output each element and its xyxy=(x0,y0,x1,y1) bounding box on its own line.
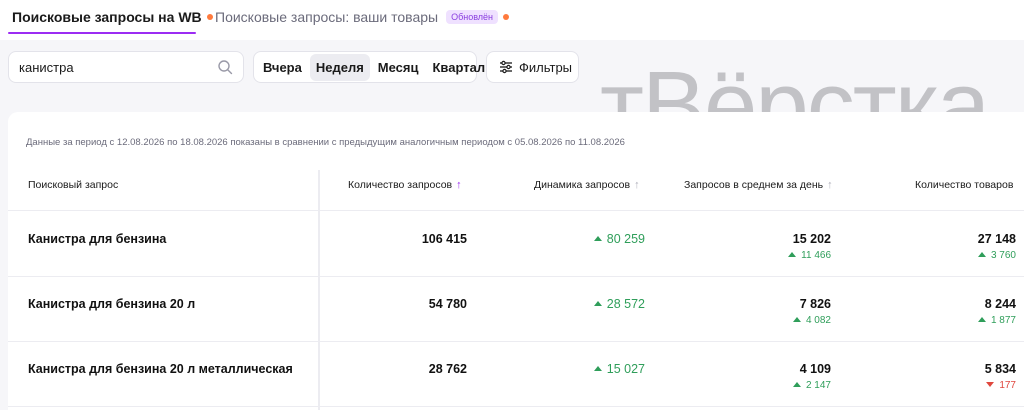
dynamics-value: 15 027 xyxy=(606,362,645,376)
row-divider xyxy=(8,406,1024,407)
trend-up-icon xyxy=(593,301,602,307)
daily-average: 4 109 xyxy=(799,362,831,376)
product-count-delta: 177 xyxy=(986,380,1016,391)
updated-badge: Обновлён xyxy=(446,10,499,24)
column-label: Количество запросов xyxy=(348,179,453,191)
period-week-button[interactable]: Неделя xyxy=(309,53,370,81)
column-header-product-count: Количество товаров xyxy=(915,179,1013,191)
request-count: 28 762 xyxy=(428,362,467,376)
table-row[interactable]: Канистра для бензина 106 415 80 259 15 2… xyxy=(8,212,1024,276)
trend-up-icon xyxy=(792,381,801,387)
product-count-delta: 3 760 xyxy=(977,250,1016,261)
column-label: Поисковый запрос xyxy=(28,179,119,191)
product-count: 27 148 xyxy=(977,232,1016,246)
dynamics-value: 80 259 xyxy=(606,232,645,246)
notification-dot-icon xyxy=(503,14,510,20)
delta-value: 3 760 xyxy=(990,250,1016,261)
column-header-request-dynamics[interactable]: Динамика запросов ↑ xyxy=(534,179,640,191)
column-header-request-count[interactable]: Количество запросов ↑ xyxy=(348,179,462,191)
column-label: Количество товаров xyxy=(915,179,1014,191)
product-count: 5 834 xyxy=(984,362,1016,376)
delta-value: 2 147 xyxy=(805,380,831,391)
query-text[interactable]: Канистра для бензина 20 л металлическая xyxy=(28,362,293,376)
query-text[interactable]: Канистра для бензина xyxy=(28,232,166,246)
trend-up-icon xyxy=(977,316,986,322)
sort-arrow-icon[interactable]: ↑ xyxy=(634,179,640,191)
daily-average: 15 202 xyxy=(792,232,831,246)
period-selector: Вчера Неделя Месяц Квартал xyxy=(253,51,485,83)
request-dynamics: 15 027 xyxy=(593,362,645,376)
period-month-button[interactable]: Месяц xyxy=(372,54,425,81)
column-label: Запросов в среднем за день xyxy=(684,179,824,191)
table-header: Поисковый запрос Количество запросов ↑ Д… xyxy=(8,170,1024,212)
period-quarter-button[interactable]: Квартал xyxy=(427,54,492,81)
tab-label: Поисковые запросы на WB xyxy=(12,9,202,25)
product-count: 8 244 xyxy=(984,297,1016,311)
request-count: 54 780 xyxy=(428,297,467,311)
delta-value: 1 877 xyxy=(990,315,1016,326)
trend-down-icon xyxy=(986,381,995,387)
trend-up-icon xyxy=(593,236,602,242)
trend-up-icon xyxy=(593,366,602,372)
filters-label: Фильтры xyxy=(519,59,573,75)
top-tab-bar: Поисковые запросы на WB Поисковые запрос… xyxy=(0,0,1024,40)
dynamics-value: 28 572 xyxy=(606,297,645,311)
row-divider xyxy=(8,210,1024,211)
tab-search-queries-wb[interactable]: Поисковые запросы на WB xyxy=(12,9,213,25)
daily-average-delta: 11 466 xyxy=(788,250,831,261)
period-yesterday-button[interactable]: Вчера xyxy=(257,54,308,81)
sort-arrow-icon[interactable]: ↑ xyxy=(456,179,462,191)
trend-up-icon xyxy=(792,316,801,322)
column-label: Динамика запросов xyxy=(534,179,631,191)
table-row[interactable]: Канистра для бензина 20 л металлическая … xyxy=(8,342,1024,406)
daily-average-delta: 2 147 xyxy=(792,380,831,391)
active-tab-indicator xyxy=(8,32,196,34)
table-row[interactable]: Канистра для бензина 20 л 54 780 28 572 … xyxy=(8,277,1024,341)
request-count: 106 415 xyxy=(421,232,467,246)
tab-label: Поисковые запросы: ваши товары xyxy=(215,9,439,25)
search-input-value[interactable]: канистра xyxy=(19,60,217,75)
period-comparison-note: Данные за период с 12.08.2026 по 18.08.2… xyxy=(26,137,625,148)
delta-value: 177 xyxy=(999,380,1016,391)
query-text[interactable]: Канистра для бензина 20 л xyxy=(28,297,195,311)
request-dynamics: 80 259 xyxy=(593,232,645,246)
column-header-query: Поисковый запрос xyxy=(28,179,118,191)
notification-dot-icon xyxy=(206,14,213,20)
search-icon[interactable] xyxy=(217,59,233,75)
daily-average: 7 826 xyxy=(799,297,831,311)
search-results-table: Данные за период с 12.08.2026 по 18.08.2… xyxy=(8,112,1024,410)
tab-search-queries-your-products[interactable]: Поисковые запросы: ваши товары Обновлён xyxy=(215,9,510,25)
sort-arrow-icon[interactable]: ↑ xyxy=(827,179,833,191)
trend-up-icon xyxy=(977,251,986,257)
request-dynamics: 28 572 xyxy=(593,297,645,311)
filters-button[interactable]: Фильтры xyxy=(486,51,579,83)
delta-value: 11 466 xyxy=(801,250,831,261)
trend-up-icon xyxy=(788,251,797,257)
search-input[interactable]: канистра xyxy=(8,51,244,83)
product-count-delta: 1 877 xyxy=(977,315,1016,326)
daily-average-delta: 4 082 xyxy=(792,315,831,326)
delta-value: 4 082 xyxy=(805,315,831,326)
column-header-daily-average[interactable]: Запросов в среднем за день ↑ xyxy=(684,179,833,191)
filter-sliders-icon xyxy=(500,60,512,74)
